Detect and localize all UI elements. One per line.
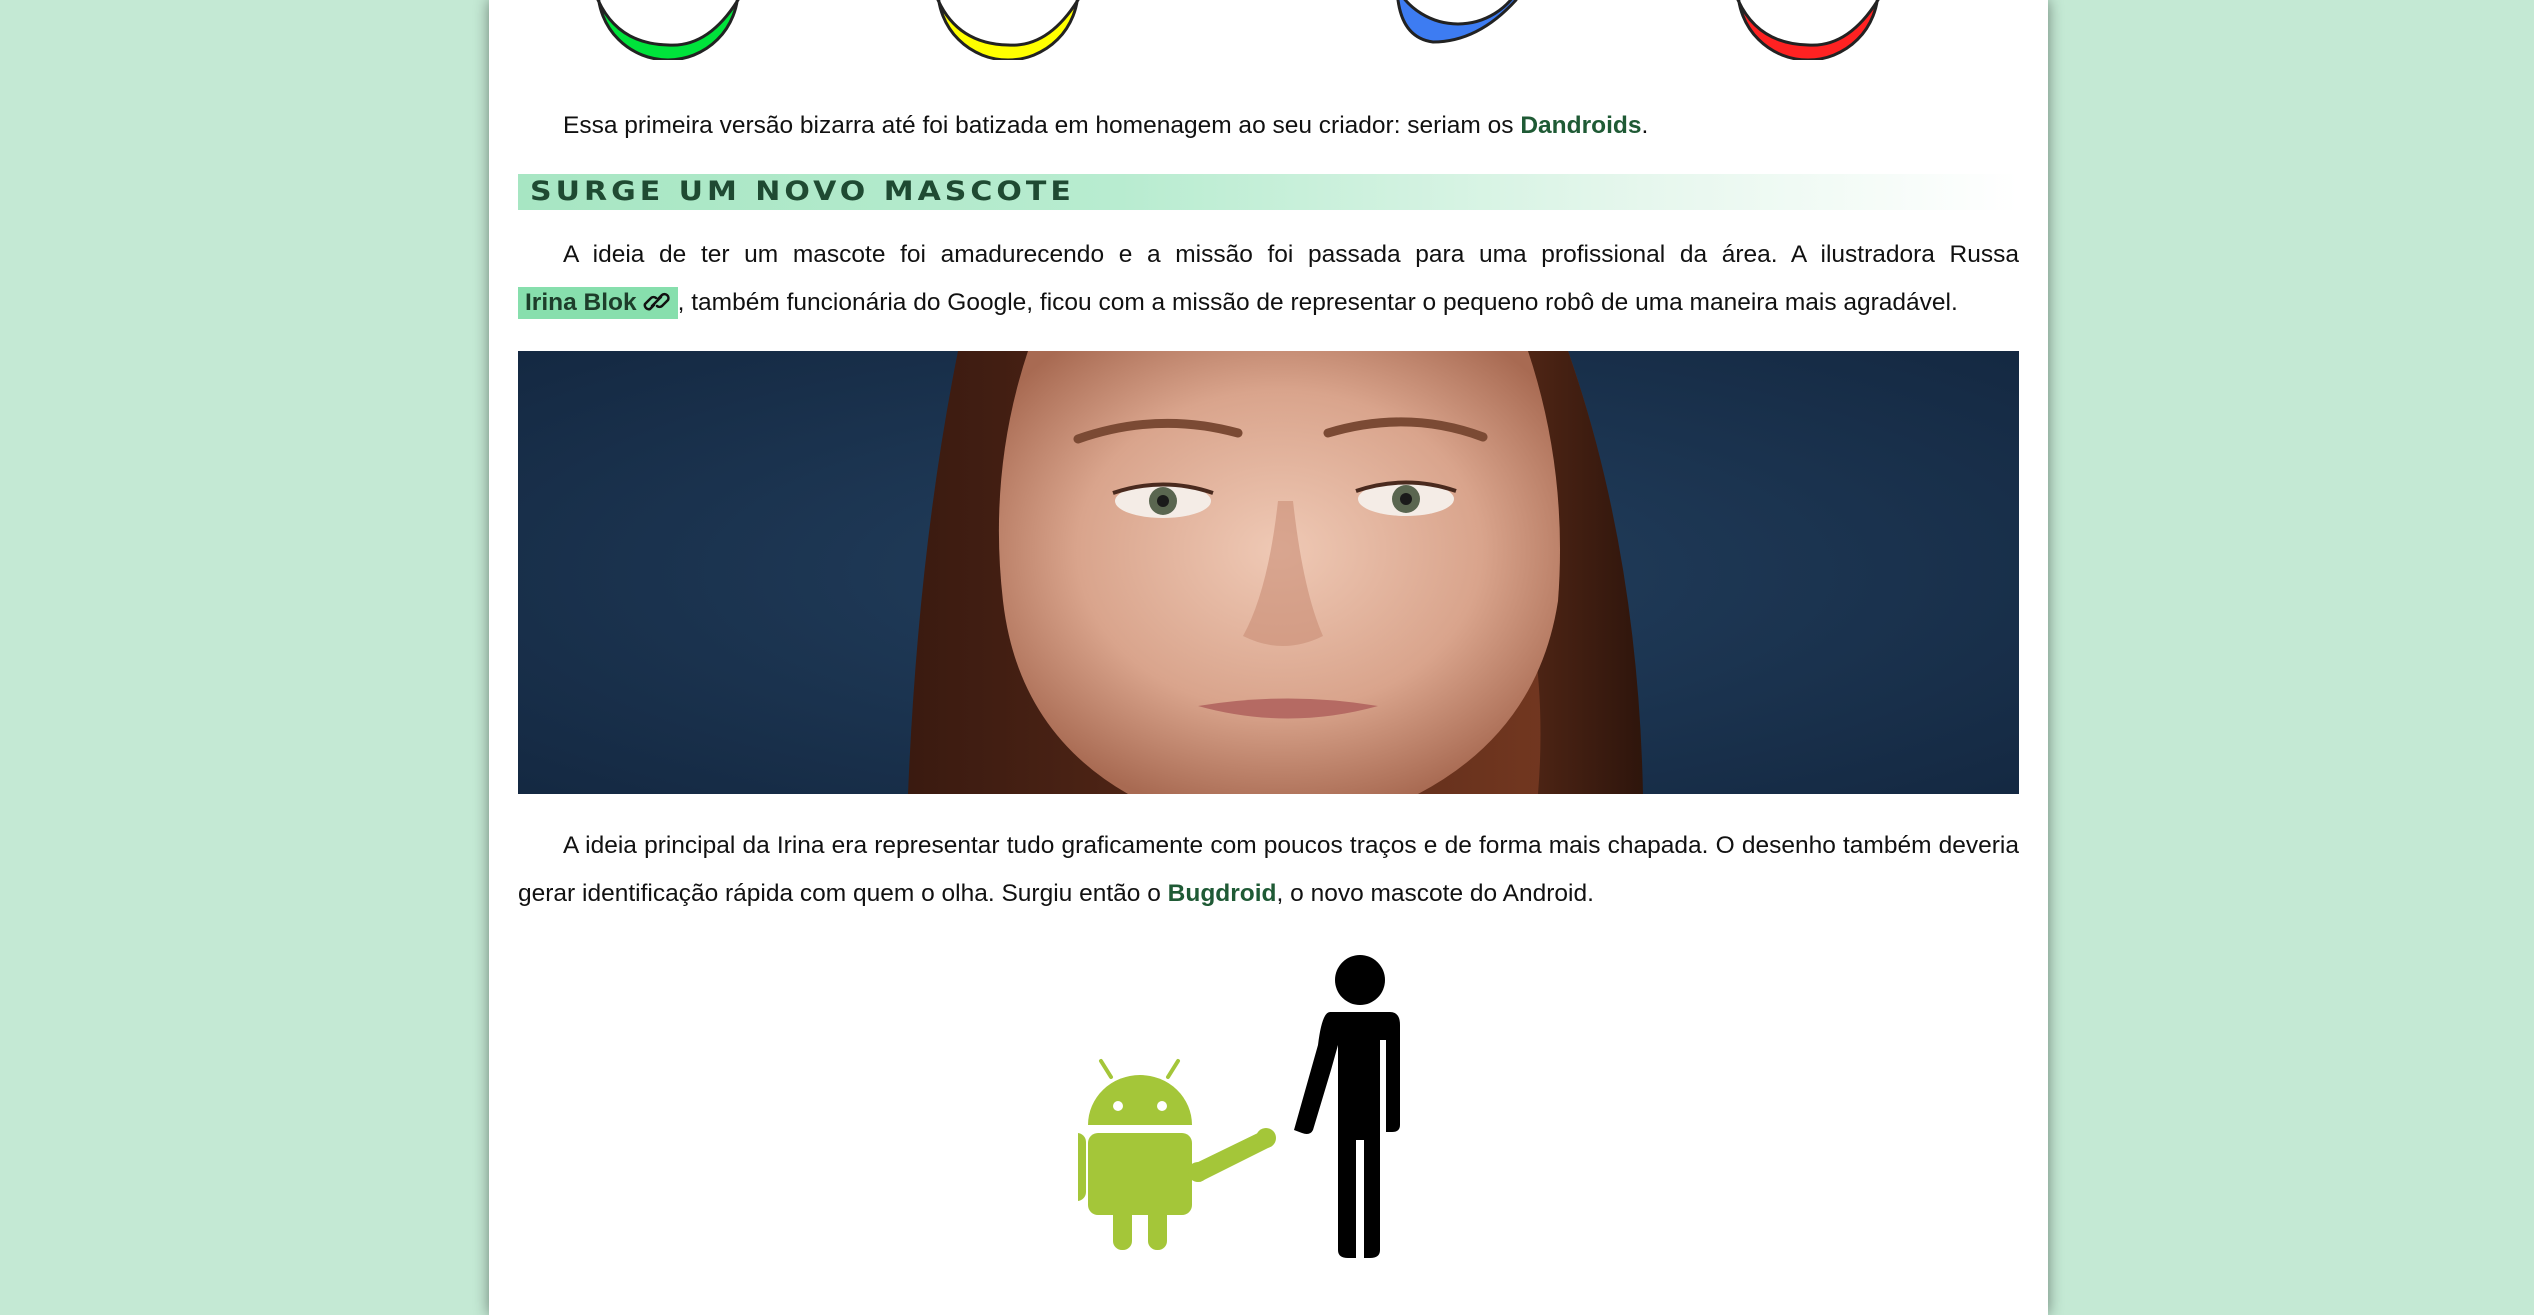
paragraph-dandroids: Essa primeira versão bizarra até foi bat… xyxy=(518,102,2019,150)
person-figure-icon xyxy=(1294,955,1400,1258)
yellow-circle-shape xyxy=(936,0,1080,60)
irina-blok-portrait xyxy=(518,351,2019,794)
paragraph-text: , o novo mascote do Android. xyxy=(1276,880,1594,907)
paragraph-text: A ideia de ter um mascote foi amadurecen… xyxy=(563,241,2019,268)
bugdroid-highlight[interactable]: Bugdroid xyxy=(1168,880,1277,907)
section-heading-bar: Surge um novo mascote xyxy=(518,174,2019,210)
paragraph-text: Essa primeira versão bizarra até foi bat… xyxy=(563,112,1521,139)
link-label: Irina Blok xyxy=(525,289,637,316)
portrait-image xyxy=(518,351,2019,794)
blue-circle-shape xyxy=(1396,0,1518,44)
dandroids-highlight[interactable]: Dandroids xyxy=(1520,112,1641,139)
color-circles-figure xyxy=(596,0,1880,60)
section-heading: Surge um novo mascote xyxy=(530,176,1075,207)
paragraph-text: . xyxy=(1641,112,1649,139)
paragraph-bugdroid: A ideia principal da Irina era represent… xyxy=(518,822,2019,918)
android-and-person-illustration xyxy=(1078,955,1400,1258)
paragraph-text: , também funcionária do Google, ficou co… xyxy=(677,289,1958,316)
paragraph-irina: A ideia de ter um mascote foi amadurecen… xyxy=(518,231,2019,327)
green-circle-shape xyxy=(596,0,740,60)
article-page: Essa primeira versão bizarra até foi bat… xyxy=(489,0,2048,1315)
android-robot-icon xyxy=(1078,1059,1276,1250)
red-circle-shape xyxy=(1736,0,1880,60)
external-link-icon xyxy=(643,292,670,311)
irina-blok-link[interactable]: Irina Blok xyxy=(518,287,678,319)
